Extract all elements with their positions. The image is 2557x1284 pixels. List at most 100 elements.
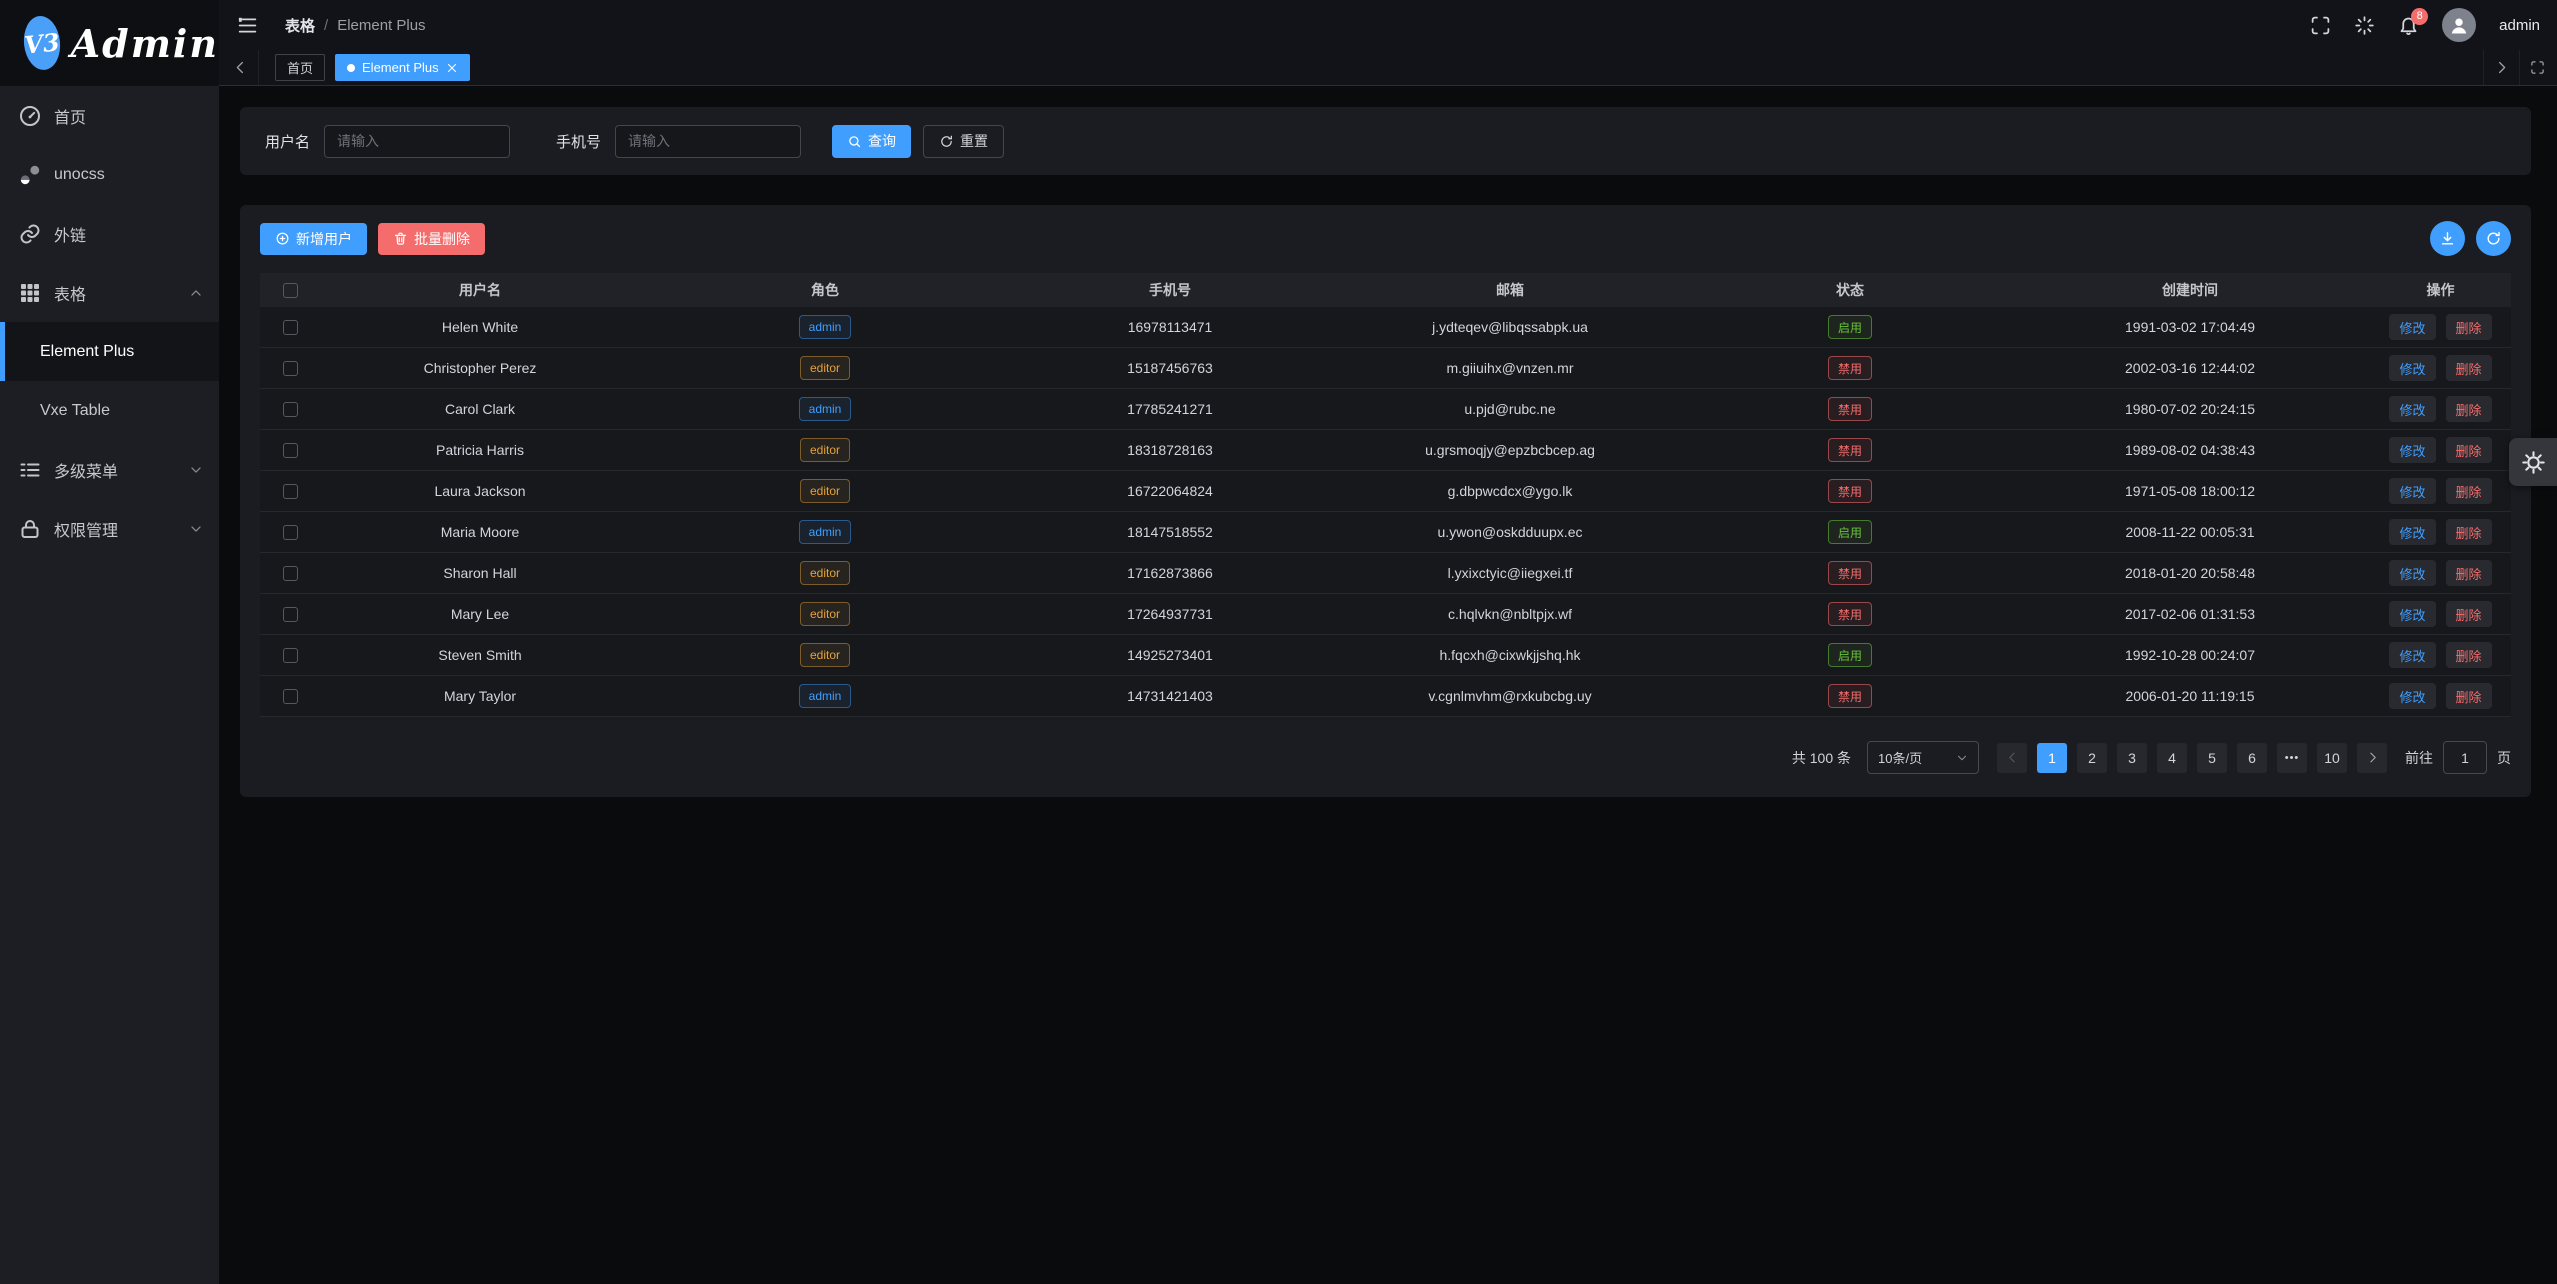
phone-cell: 16978113471 (1010, 319, 1330, 335)
sidebar-item[interactable]: unocss (0, 145, 219, 204)
row-checkbox[interactable] (283, 648, 298, 663)
delete-button[interactable]: 删除 (2446, 355, 2492, 381)
sidebar-item[interactable]: 权限管理 (0, 499, 219, 558)
delete-button[interactable]: 删除 (2446, 314, 2492, 340)
page-button[interactable]: 3 (2117, 743, 2147, 773)
row-checkbox-cell (260, 361, 320, 376)
status-tag: 禁用 (1828, 561, 1872, 585)
breadcrumb-section[interactable]: 表格 (285, 15, 315, 36)
tabbar-right (2473, 50, 2545, 85)
sidebar-subitem[interactable]: Vxe Table (0, 381, 219, 440)
username-input[interactable] (324, 125, 510, 158)
query-button[interactable]: 查询 (832, 125, 911, 158)
goto-page-input[interactable] (2443, 741, 2487, 774)
sidebar-item[interactable]: 表格 (0, 263, 219, 322)
add-user-button[interactable]: 新增用户 (260, 223, 367, 255)
edit-button[interactable]: 修改 (2389, 519, 2435, 545)
sidebar-item[interactable]: 多级菜单 (0, 440, 219, 499)
divider (2483, 50, 2484, 85)
row-checkbox[interactable] (283, 361, 298, 376)
role-cell: admin (640, 315, 1010, 339)
created-cell: 1971-05-08 18:00:12 (2010, 483, 2370, 499)
page-button[interactable]: 10 (2317, 743, 2347, 773)
delete-button[interactable]: 删除 (2446, 396, 2492, 422)
page-size-select[interactable]: 10条/页 (1867, 741, 1979, 774)
delete-button[interactable]: 删除 (2446, 642, 2492, 668)
tab[interactable]: Element Plus (335, 54, 470, 81)
email-cell: h.fqcxh@cixwkjjshq.hk (1330, 647, 1690, 663)
tab-label: Element Plus (362, 60, 439, 75)
row-checkbox[interactable] (283, 402, 298, 417)
next-page-button[interactable] (2357, 743, 2387, 773)
page-button[interactable]: 5 (2197, 743, 2227, 773)
phone-cell: 18147518552 (1010, 524, 1330, 540)
delete-button[interactable]: 删除 (2446, 560, 2492, 586)
query-button-label: 查询 (868, 131, 896, 151)
lock-icon (18, 517, 42, 541)
breadcrumb-page: Element Plus (337, 17, 425, 34)
email-cell: u.pjd@rubc.ne (1330, 401, 1690, 417)
ops-cell: 修改删除 (2370, 314, 2511, 340)
delete-button[interactable]: 删除 (2446, 683, 2492, 709)
pagination-more-icon[interactable]: ••• (2277, 743, 2307, 773)
column-header: 邮箱 (1330, 280, 1690, 300)
sidebar-item[interactable]: 外链 (0, 204, 219, 263)
row-checkbox[interactable] (283, 443, 298, 458)
page-button[interactable]: 4 (2157, 743, 2187, 773)
phone-input[interactable] (615, 125, 801, 158)
close-icon[interactable] (446, 62, 458, 74)
list-icon (18, 458, 42, 482)
created-cell: 1991-03-02 17:04:49 (2010, 319, 2370, 335)
delete-button[interactable]: 删除 (2446, 519, 2492, 545)
main-content: 用户名 手机号 查询 重置 新增用户 (219, 86, 2557, 1284)
row-checkbox[interactable] (283, 484, 298, 499)
status-cell: 禁用 (1690, 356, 2010, 380)
spark-icon[interactable] (2354, 15, 2375, 36)
table-row: Laura Jacksoneditor16722064824g.dbpwcdcx… (260, 471, 2511, 512)
page-button[interactable]: 2 (2077, 743, 2107, 773)
batch-delete-button[interactable]: 批量删除 (378, 223, 485, 255)
sidebar-subitem[interactable]: Element Plus (0, 322, 219, 381)
column-header: 角色 (640, 280, 1010, 300)
page-button[interactable]: 1 (2037, 743, 2067, 773)
edit-button[interactable]: 修改 (2389, 396, 2435, 422)
role-cell: editor (640, 643, 1010, 667)
row-checkbox[interactable] (283, 607, 298, 622)
username-label[interactable]: admin (2499, 17, 2540, 34)
edit-button[interactable]: 修改 (2389, 560, 2435, 586)
role-cell: editor (640, 438, 1010, 462)
select-all-checkbox[interactable] (283, 283, 298, 298)
edit-button[interactable]: 修改 (2389, 437, 2435, 463)
edit-button[interactable]: 修改 (2389, 314, 2435, 340)
edit-button[interactable]: 修改 (2389, 601, 2435, 627)
row-checkbox[interactable] (283, 525, 298, 540)
menu-fold-icon[interactable] (237, 15, 258, 36)
notifications[interactable]: 8 (2398, 15, 2419, 36)
edit-button[interactable]: 修改 (2389, 642, 2435, 668)
sidebar-item[interactable]: 首页 (0, 86, 219, 145)
page-button[interactable]: 6 (2237, 743, 2267, 773)
delete-button[interactable]: 删除 (2446, 601, 2492, 627)
row-checkbox[interactable] (283, 566, 298, 581)
username-cell: Mary Lee (320, 606, 640, 622)
tabs-scroll-left-icon[interactable] (233, 60, 248, 75)
download-button[interactable] (2430, 221, 2465, 256)
row-checkbox[interactable] (283, 320, 298, 335)
edit-button[interactable]: 修改 (2389, 683, 2435, 709)
tab[interactable]: 首页 (275, 54, 325, 81)
status-cell: 禁用 (1690, 561, 2010, 585)
prev-page-button[interactable] (1997, 743, 2027, 773)
row-checkbox[interactable] (283, 689, 298, 704)
avatar[interactable] (2442, 8, 2476, 42)
settings-drawer-handle[interactable] (2509, 438, 2557, 486)
delete-button[interactable]: 删除 (2446, 437, 2492, 463)
status-tag: 禁用 (1828, 397, 1872, 421)
fullscreen-icon[interactable] (2310, 15, 2331, 36)
edit-button[interactable]: 修改 (2389, 478, 2435, 504)
refresh-table-button[interactable] (2476, 221, 2511, 256)
edit-button[interactable]: 修改 (2389, 355, 2435, 381)
delete-button[interactable]: 删除 (2446, 478, 2492, 504)
tabs-fullscreen-icon[interactable] (2530, 60, 2545, 75)
tabs-scroll-right-icon[interactable] (2494, 60, 2509, 75)
reset-button[interactable]: 重置 (923, 125, 1004, 158)
